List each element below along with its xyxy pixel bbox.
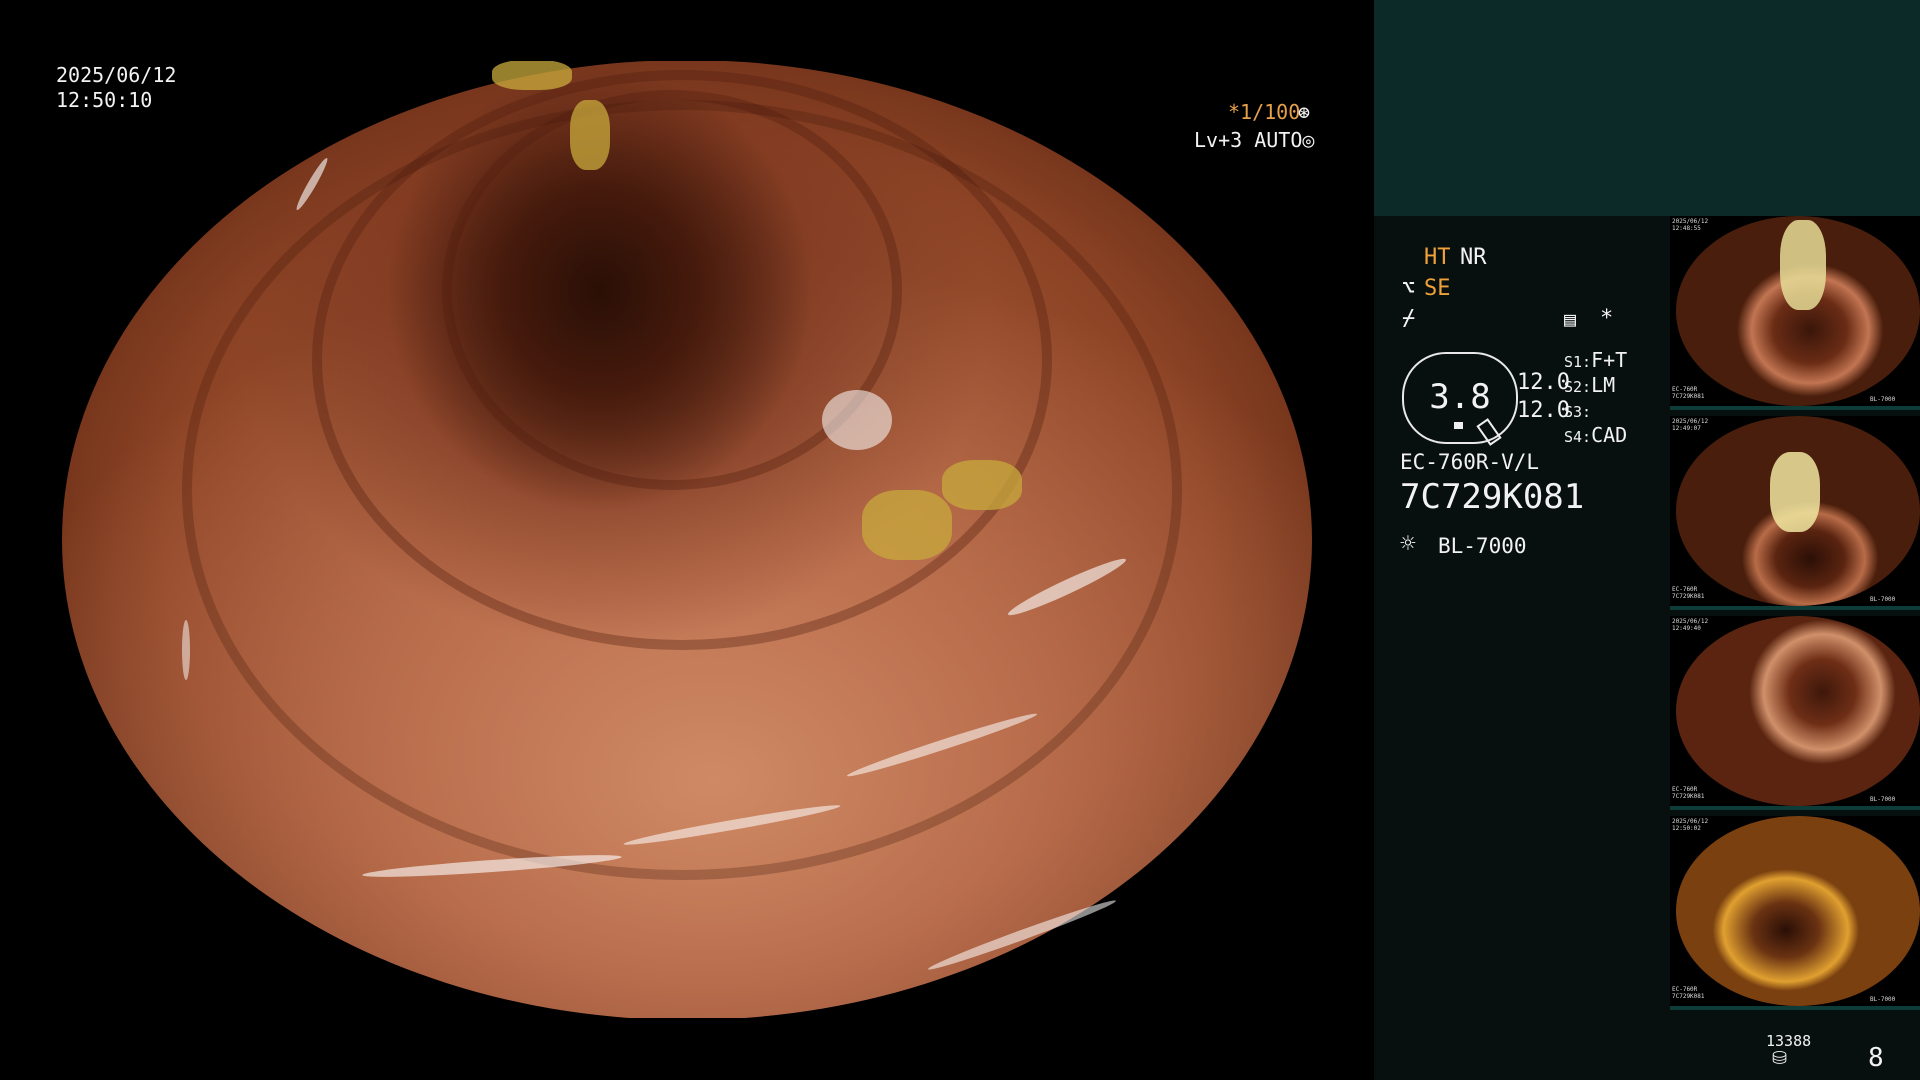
thumbnail-scope: EC-760R 7C729K081: [1672, 586, 1705, 600]
thumbnail-date: 2025/06/12 12:49:07: [1672, 418, 1709, 432]
shutter-speed: *1/100: [1228, 100, 1301, 124]
switch-4-key: S4:: [1564, 428, 1592, 446]
storage-icon: ⛁: [1772, 1048, 1788, 1069]
debris: [862, 490, 952, 560]
nr-indicator: NR: [1460, 245, 1487, 270]
se-indicator: SE: [1424, 276, 1451, 301]
thumbnail-image: [1676, 616, 1920, 806]
info-panel: HT NR ⌥ SE ⌿ ▤ * 3.8 12.0 12.0 S1:F+T S2…: [1374, 0, 1920, 1080]
thumbnail-light: BL-7000: [1870, 796, 1896, 803]
thumbnail-scope: EC-760R 7C729K081: [1672, 786, 1705, 800]
switch-3: S3:: [1564, 398, 1591, 425]
image-mask-bottom: [0, 1018, 1374, 1080]
light-source-icon: ☼: [1400, 529, 1416, 559]
captured-thumbnail[interactable]: 2025/06/12 12:50:02 EC-760R 7C729K081 BL…: [1670, 816, 1920, 1010]
panel-header: [1374, 0, 1920, 216]
image-count: 8: [1868, 1043, 1884, 1073]
structure-enhance-icon: ⌥: [1402, 276, 1416, 301]
enhancement-level: Lv+3 AUTO◎: [1194, 128, 1314, 152]
thumbnail-date: 2025/06/12 12:49:40: [1672, 618, 1709, 632]
thumbnail-debris: [1770, 452, 1820, 532]
debris: [942, 460, 1022, 510]
switch-4: S4:CAD: [1564, 423, 1627, 450]
light-source: BL-7000: [1438, 534, 1527, 558]
switch-4-value: CAD: [1591, 423, 1628, 447]
parameter-value-b: 12.0: [1517, 398, 1570, 423]
switch-2-value: LM: [1591, 373, 1616, 397]
time-display: 12:50:10: [56, 88, 153, 112]
thumbnail-light: BL-7000: [1870, 396, 1896, 403]
light-reflection: [822, 390, 892, 450]
parameter-value-a: 12.0: [1517, 370, 1570, 395]
thumbnail-date: 2025/06/12 12:48:55: [1672, 218, 1709, 232]
endoscopic-image: [62, 60, 1312, 1020]
thumbnail-scope: EC-760R 7C729K081: [1672, 986, 1705, 1000]
menu-icon: ▤: [1564, 307, 1577, 331]
switch-2: S2:LM: [1564, 373, 1615, 400]
debris: [492, 60, 572, 90]
switch-1-key: S1:: [1564, 353, 1592, 371]
captured-thumbnail[interactable]: 2025/06/12 12:48:55 EC-760R 7C729K081 BL…: [1670, 216, 1920, 410]
image-mask-top: [0, 0, 1374, 61]
debris: [570, 100, 610, 170]
scope-model: EC-760R-V/L: [1400, 450, 1540, 474]
switch-1-value: F+T: [1591, 348, 1628, 372]
zoom-value: 3.8: [1429, 377, 1491, 417]
captured-thumbnail[interactable]: 2025/06/12 12:49:40 EC-760R 7C729K081 BL…: [1670, 616, 1920, 810]
enhancement-level-text: Lv+3 AUTO: [1194, 128, 1303, 152]
endoscope-main-view: 2025/06/12 12:50:10 *1/100 ⊛ Lv+3 AUTO◎: [0, 0, 1374, 1080]
shutter-icon: ⊛: [1298, 100, 1311, 124]
zoom-mark: [1454, 422, 1463, 429]
switch-1: S1:F+T: [1564, 348, 1627, 375]
zoom-needle-icon: [1476, 418, 1502, 446]
light-reflection: [926, 896, 1118, 974]
light-reflection: [182, 620, 190, 680]
iris-icon: ◎: [1302, 128, 1315, 152]
thumbnail-scope: EC-760R 7C729K081: [1672, 386, 1705, 400]
zoom-indicator: 3.8: [1402, 352, 1518, 446]
mucosal-fold: [182, 100, 1182, 880]
switch-3-key: S3:: [1564, 403, 1592, 421]
scope-serial: 7C729K081: [1400, 477, 1585, 517]
thumbnail-light: BL-7000: [1870, 596, 1896, 603]
signal-icon: ⌿: [1402, 306, 1416, 331]
ht-indicator: HT: [1424, 245, 1451, 270]
light-reflection: [293, 156, 331, 212]
switch-2-key: S2:: [1564, 378, 1592, 396]
thumbnail-debris: [1780, 220, 1826, 310]
thumbnail-light: BL-7000: [1870, 996, 1896, 1003]
star-indicator: *: [1600, 306, 1614, 331]
date-display: 2025/06/12: [56, 63, 177, 87]
captured-thumbnail[interactable]: 2025/06/12 12:49:07 EC-760R 7C729K081 BL…: [1670, 416, 1920, 610]
thumbnail-date: 2025/06/12 12:50:02: [1672, 818, 1709, 832]
thumbnail-image: [1676, 816, 1920, 1006]
